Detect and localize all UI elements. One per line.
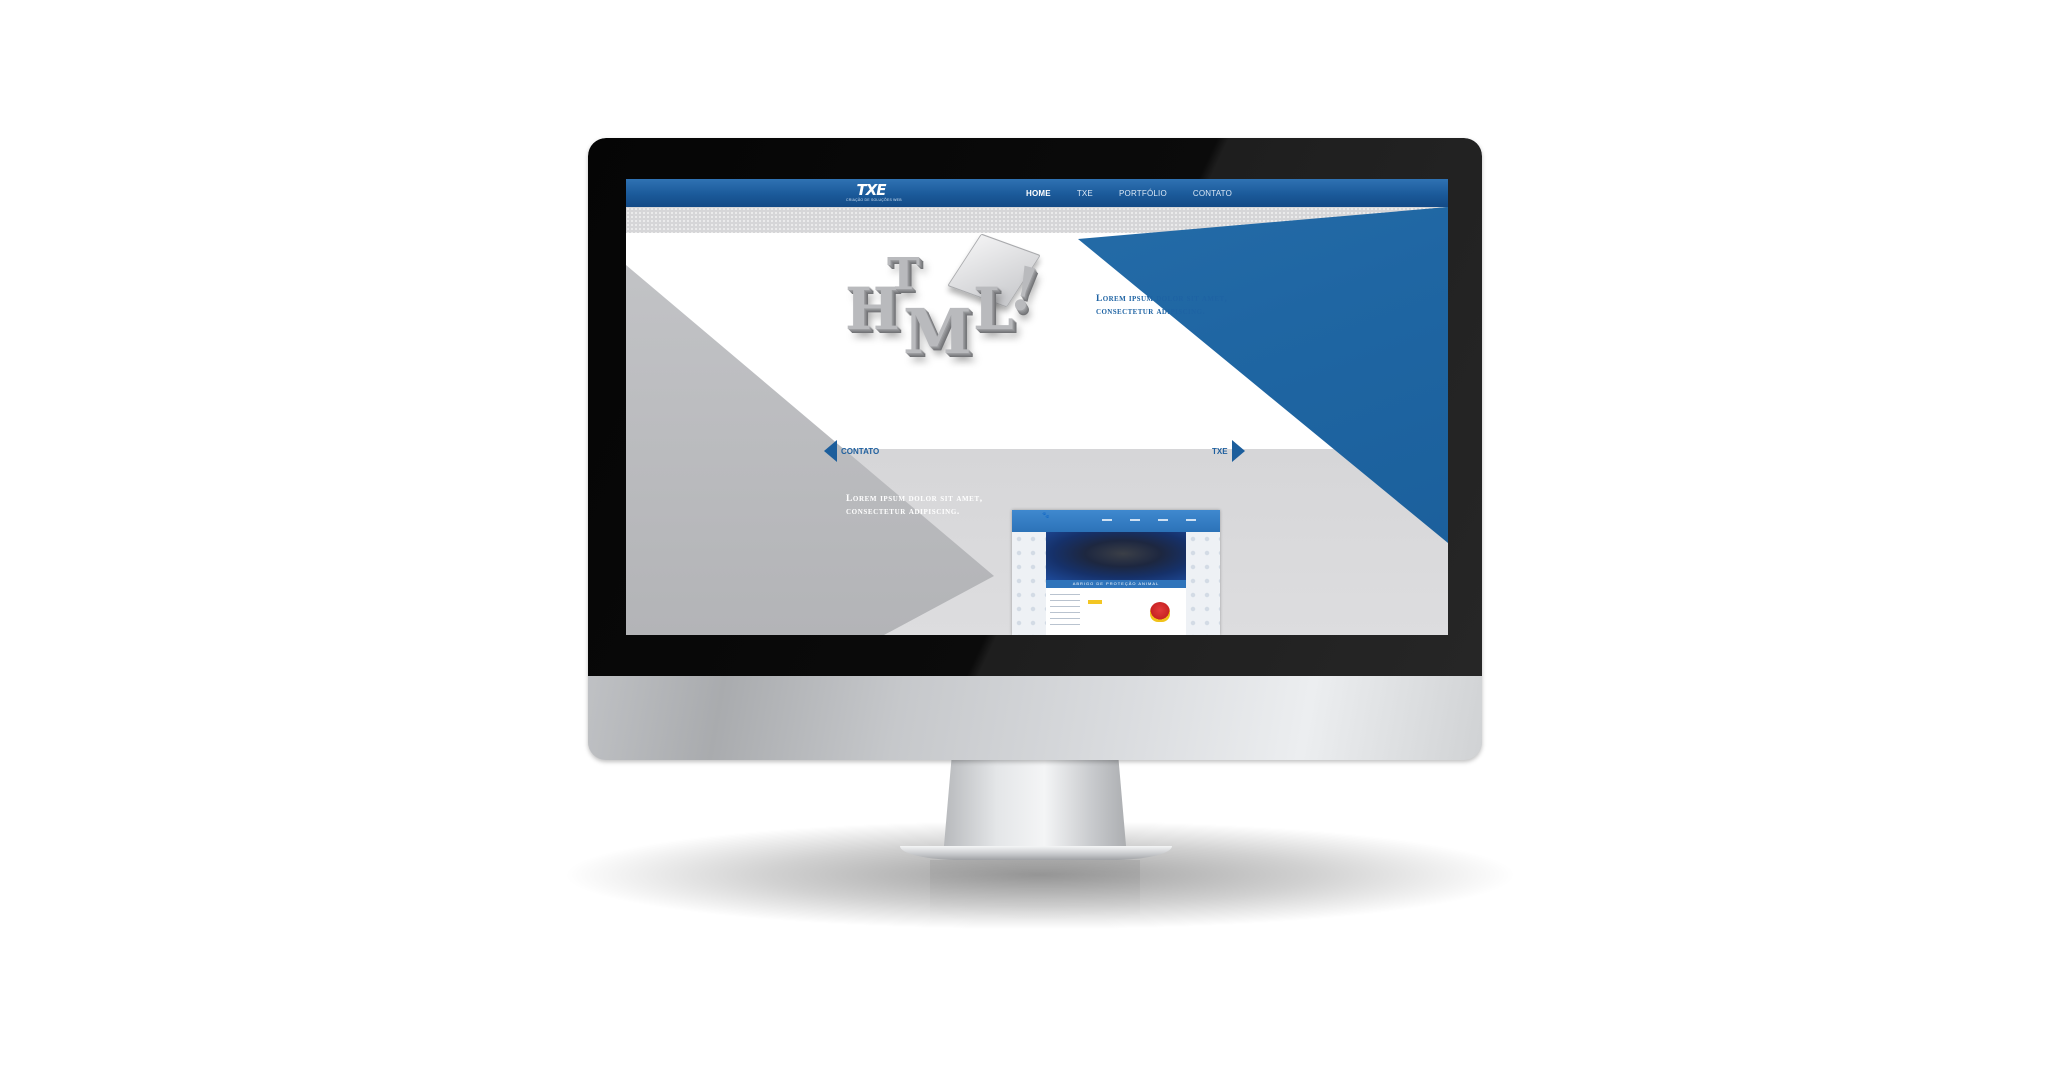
prev-slide-button[interactable]: CONTATO bbox=[824, 440, 879, 462]
portfolio-thumbnail[interactable]: 🐾 ABRIGO DE PROTEÇÃO ANIMAL bbox=[1012, 510, 1220, 635]
thumb-logo: 🐾 bbox=[1042, 513, 1050, 519]
next-slide-label: TXE bbox=[1212, 446, 1228, 456]
logo-tagline: CRIAÇÃO DE SOLUÇÕES WEB bbox=[846, 198, 902, 202]
triangle-left-icon bbox=[824, 440, 837, 462]
lower-text: Lorem ipsum dolor sit amet, consectetur … bbox=[846, 493, 996, 519]
thumb-dog-photo bbox=[1046, 532, 1186, 580]
hero-text: Lorem ipsum dolor sit amet, consectetur … bbox=[1096, 293, 1256, 319]
thumb-header: 🐾 bbox=[1012, 510, 1220, 532]
monitor-stand bbox=[943, 760, 1127, 848]
website-screen: TXE CRIAÇÃO DE SOLUÇÕES WEB HOME TXE POR… bbox=[626, 179, 1448, 635]
main-nav: HOME TXE PORTFÓLIO CONTATO bbox=[1026, 179, 1232, 207]
lower-text-line-1: Lorem ipsum dolor sit amet, bbox=[846, 494, 983, 504]
nav-item-portfolio[interactable]: PORTFÓLIO bbox=[1119, 189, 1167, 198]
triangle-right-icon bbox=[1231, 440, 1245, 462]
thumb-side-pattern-left bbox=[1012, 532, 1046, 635]
hero-text-line-2: consectetur adipiscing. bbox=[1096, 307, 1206, 317]
thumb-yellow-mark bbox=[1088, 600, 1102, 604]
thumb-side-pattern-right bbox=[1186, 532, 1220, 635]
thumb-menu-lines bbox=[1050, 594, 1080, 630]
thumb-mascot-image bbox=[1150, 602, 1170, 622]
logo-word: TXE bbox=[856, 181, 886, 199]
next-slide-button[interactable]: TXE bbox=[1212, 440, 1245, 462]
nav-item-contato[interactable]: CONTATO bbox=[1193, 189, 1232, 198]
letter-m: M bbox=[903, 295, 972, 368]
nav-item-home[interactable]: HOME bbox=[1026, 189, 1051, 198]
html-3d-letters-illustration: H T M L ! bbox=[841, 233, 1081, 389]
letter-t: T bbox=[887, 249, 920, 300]
monitor-chin bbox=[588, 676, 1482, 760]
thumb-caption: ABRIGO DE PROTEÇÃO ANIMAL bbox=[1046, 580, 1186, 588]
prev-slide-label: CONTATO bbox=[841, 446, 880, 456]
site-logo[interactable]: TXE CRIAÇÃO DE SOLUÇÕES WEB bbox=[846, 181, 902, 203]
thumb-nav bbox=[1102, 519, 1196, 521]
site-header: TXE CRIAÇÃO DE SOLUÇÕES WEB HOME TXE POR… bbox=[626, 179, 1448, 207]
monitor-stand-base bbox=[900, 846, 1172, 860]
hero-text-line-1: Lorem ipsum dolor sit amet, bbox=[1096, 294, 1228, 304]
stand-reflection bbox=[930, 860, 1140, 920]
lower-text-line-2: consectetur adipiscing. bbox=[846, 507, 960, 517]
nav-item-txe[interactable]: TXE bbox=[1077, 189, 1093, 198]
